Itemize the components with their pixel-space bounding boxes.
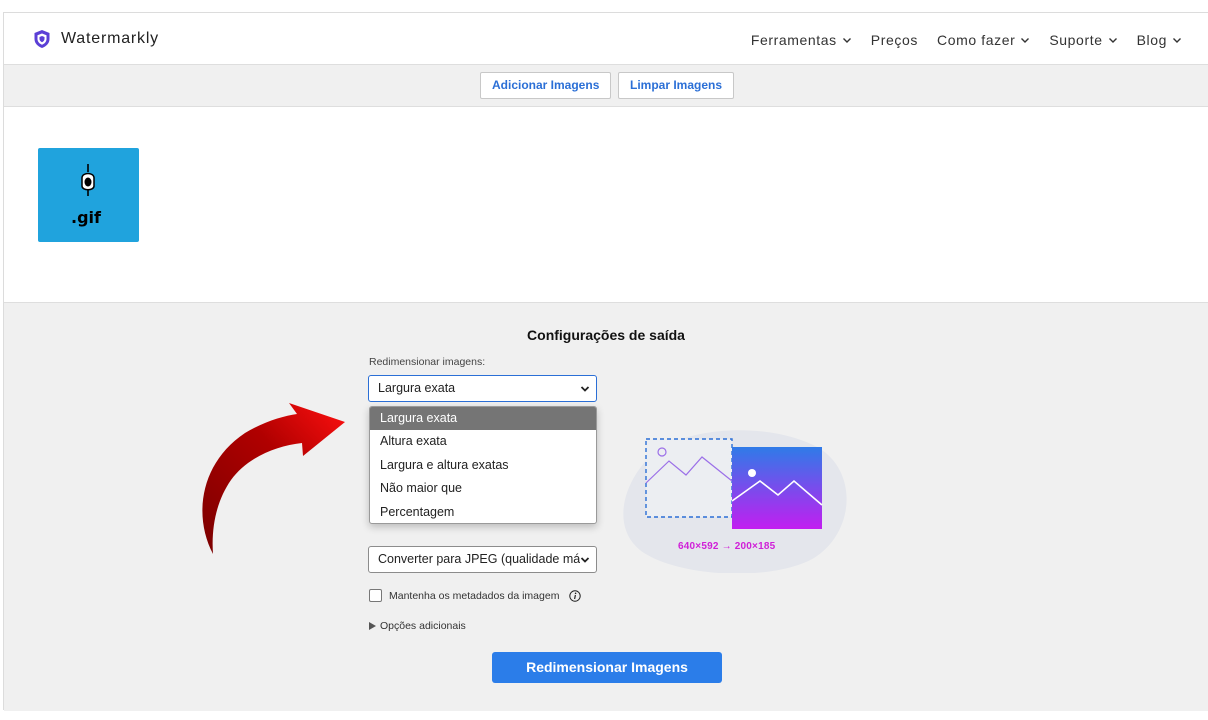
dropdown-option-altura-exata[interactable]: Altura exata: [370, 430, 596, 453]
nav-precos[interactable]: Preços: [871, 32, 918, 48]
chevron-down-icon: [580, 555, 590, 565]
caret-right-icon: [369, 622, 376, 630]
resize-select-value: Largura exata: [378, 381, 456, 395]
info-icon[interactable]: [569, 589, 582, 602]
image-toolbar: Adicionar Imagens Limpar Imagens: [4, 65, 1208, 107]
file-extension-label: .gif: [71, 208, 101, 227]
resize-dropdown-menu: Largura exata Altura exata Largura e alt…: [369, 406, 597, 524]
resize-select[interactable]: Largura exata: [368, 375, 597, 402]
logo[interactable]: Watermarkly: [33, 29, 159, 49]
illustration-caption: 640×592 → 200×185: [678, 541, 776, 552]
nav-label: Ferramentas: [750, 32, 837, 48]
site-header: Watermarkly Ferramentas Preços Como faze…: [4, 13, 1208, 65]
nav-blog[interactable]: Blog: [1137, 32, 1182, 48]
dropdown-option-largura-altura[interactable]: Largura e altura exatas: [370, 454, 596, 477]
resize-label: Redimensionar imagens:: [369, 356, 486, 368]
chevron-down-icon: [580, 384, 590, 394]
dropdown-option-percentagem[interactable]: Percentagem: [370, 501, 596, 523]
keep-metadata-checkbox[interactable]: [369, 589, 382, 602]
nav-label: Preços: [870, 32, 918, 48]
chevron-down-icon: [1173, 38, 1181, 43]
dropdown-option-nao-maior[interactable]: Não maior que: [370, 477, 596, 500]
nav-label: Suporte: [1049, 32, 1103, 48]
shield-logo-icon: [34, 30, 50, 48]
logo-text: Watermarkly: [61, 30, 159, 47]
chevron-down-icon: [1021, 38, 1030, 43]
nav-como-fazer[interactable]: Como fazer: [937, 32, 1030, 48]
chevron-down-icon: [842, 38, 851, 43]
nav-label: Blog: [1136, 32, 1167, 48]
chevron-down-icon: [1108, 38, 1117, 43]
annotation-arrow-icon: [202, 403, 345, 554]
image-list: .gif: [4, 107, 1208, 303]
nav-label: Como fazer: [936, 32, 1016, 48]
format-select[interactable]: Converter para JPEG (qualidade má: [368, 546, 597, 573]
keep-metadata-row: Mantenha os metadados da imagem: [369, 589, 582, 602]
dropdown-option-largura-exata[interactable]: Largura exata: [370, 407, 596, 431]
settings-title: Configurações de saída: [527, 327, 685, 343]
resize-images-button[interactable]: Redimensionar Imagens: [492, 652, 722, 683]
nav-suporte[interactable]: Suporte: [1049, 32, 1117, 48]
app-frame: Watermarkly Ferramentas Preços Como faze…: [3, 12, 1208, 711]
nav-ferramentas[interactable]: Ferramentas: [751, 32, 852, 48]
main-nav: Ferramentas Preços Como fazer Suporte Bl…: [751, 32, 1182, 48]
format-select-value: Converter para JPEG (qualidade má: [378, 552, 581, 566]
gif-file-icon: [81, 164, 95, 196]
keep-metadata-label: Mantenha os metadados da imagem: [389, 589, 560, 602]
add-images-button[interactable]: Adicionar Imagens: [480, 72, 612, 99]
image-thumbnail[interactable]: .gif: [38, 148, 139, 242]
additional-options-label: Opções adicionais: [380, 620, 466, 632]
additional-options-toggle[interactable]: Opções adicionais: [369, 620, 466, 632]
clear-images-button[interactable]: Limpar Imagens: [618, 72, 735, 99]
